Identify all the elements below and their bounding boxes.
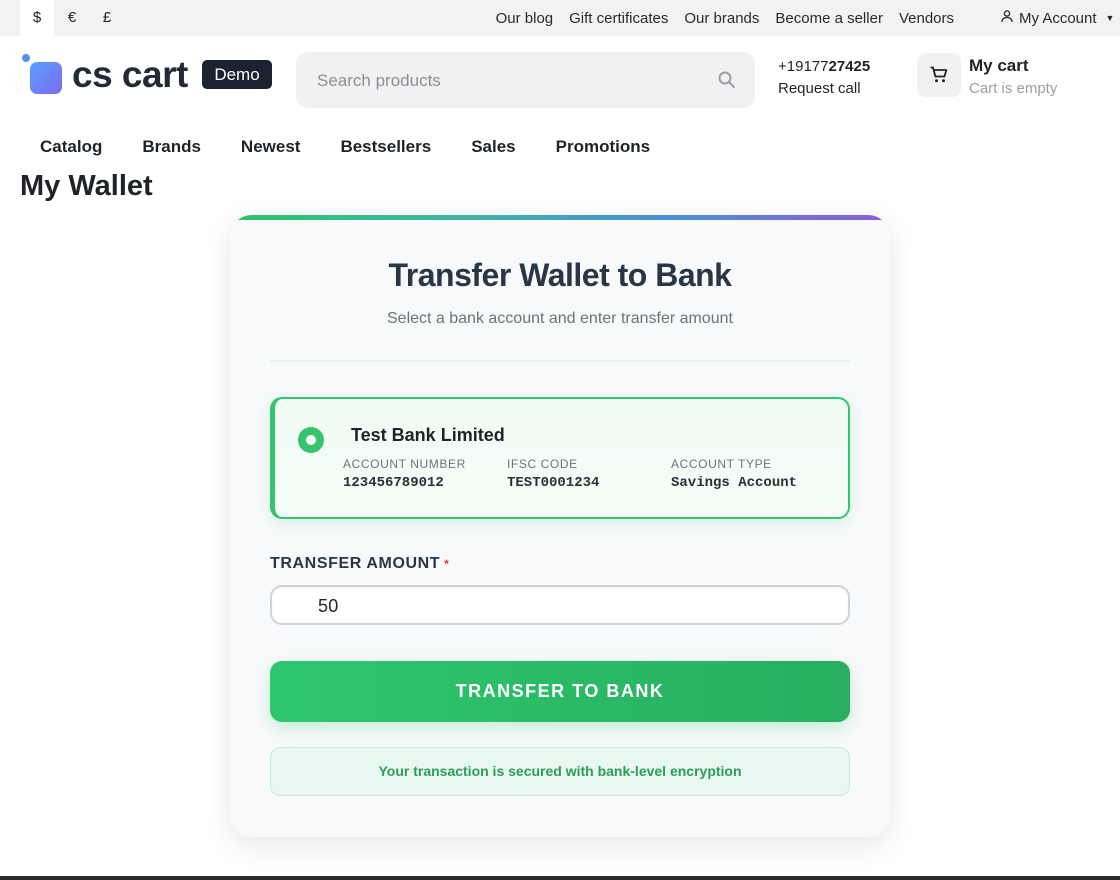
cart-status: Cart is empty	[969, 80, 1058, 97]
link-become-seller[interactable]: Become a seller	[775, 10, 883, 27]
phone-prefix: +19177	[778, 58, 829, 75]
chevron-down-icon: ▼	[1105, 13, 1115, 23]
search-placeholder: Search products	[317, 71, 441, 90]
cart-button[interactable]	[917, 53, 961, 97]
nav-promotions[interactable]: Promotions	[556, 137, 650, 157]
bottom-border	[0, 876, 1120, 880]
nav-catalog[interactable]: Catalog	[40, 137, 102, 157]
divider	[270, 360, 850, 362]
card-accent-strip	[230, 215, 890, 220]
bank-name: Test Bank Limited	[351, 425, 505, 445]
bank-account-option[interactable]: Test Bank Limited ACCOUNT NUMBER 1234567…	[270, 397, 850, 519]
my-account-menu[interactable]: My Account ▼	[1000, 0, 1114, 36]
currency-gbp[interactable]: £	[90, 0, 124, 36]
cart-icon	[930, 66, 948, 83]
radio-selected-icon[interactable]	[298, 427, 324, 453]
security-note: Your transaction is secured with bank-le…	[270, 747, 850, 796]
request-call-link[interactable]: Request call	[778, 80, 861, 97]
account-type-value: Savings Account	[671, 475, 798, 491]
radio-dot	[306, 435, 316, 445]
search-icon[interactable]	[717, 70, 737, 90]
demo-badge: Demo	[202, 60, 272, 89]
currency-usd[interactable]: $	[20, 0, 54, 36]
account-number-value: 123456789012	[343, 475, 444, 491]
transfer-amount-label: TRANSFER AMOUNT *	[270, 555, 449, 573]
account-number-field: ACCOUNT NUMBER 123456789012	[343, 457, 466, 491]
currency-eur[interactable]: €	[55, 0, 89, 36]
page-title: My Wallet	[20, 170, 153, 202]
transfer-amount-value: 50	[318, 596, 339, 616]
link-gift-certificates[interactable]: Gift certificates	[569, 10, 668, 27]
phone-suffix: 27425	[828, 58, 871, 75]
user-icon	[1000, 9, 1014, 27]
ifsc-code-label: IFSC CODE	[507, 457, 578, 471]
account-type-field: ACCOUNT TYPE Savings Account	[671, 457, 797, 491]
link-our-brands[interactable]: Our brands	[684, 10, 759, 27]
top-bar: $ € £ Our blog Gift certificates Our bra…	[0, 0, 1120, 36]
link-our-blog[interactable]: Our blog	[496, 10, 554, 27]
main-nav: Catalog Brands Newest Bestsellers Sales …	[40, 137, 650, 157]
transfer-to-bank-button[interactable]: TRANSFER TO BANK	[270, 661, 850, 722]
top-links: Our blog Gift certificates Our brands Be…	[496, 0, 954, 36]
nav-brands[interactable]: Brands	[142, 137, 201, 157]
my-account-label: My Account	[1019, 9, 1097, 27]
logo-mark	[30, 62, 62, 94]
transfer-card: Transfer Wallet to Bank Select a bank ac…	[230, 215, 890, 837]
transfer-amount-input[interactable]: 50	[270, 585, 850, 625]
ifsc-code-value: TEST0001234	[507, 475, 600, 491]
link-vendors[interactable]: Vendors	[899, 10, 954, 27]
account-type-label: ACCOUNT TYPE	[671, 457, 772, 471]
search-input[interactable]: Search products	[296, 52, 755, 108]
ifsc-code-field: IFSC CODE TEST0001234	[507, 457, 599, 491]
phone-number[interactable]: +1917727425	[778, 58, 870, 75]
transfer-amount-label-text: TRANSFER AMOUNT	[270, 555, 441, 572]
logo[interactable]: cs cart Demo	[20, 52, 276, 96]
nav-sales[interactable]: Sales	[471, 137, 515, 157]
account-number-label: ACCOUNT NUMBER	[343, 457, 466, 471]
logo-text: cs cart	[72, 54, 188, 95]
cart-title[interactable]: My cart	[969, 56, 1029, 76]
logo-dot	[22, 54, 30, 62]
nav-newest[interactable]: Newest	[241, 137, 301, 157]
nav-bestsellers[interactable]: Bestsellers	[340, 137, 431, 157]
card-title: Transfer Wallet to Bank	[388, 257, 732, 293]
card-subtitle: Select a bank account and enter transfer…	[387, 310, 733, 327]
required-mark: *	[444, 557, 450, 571]
